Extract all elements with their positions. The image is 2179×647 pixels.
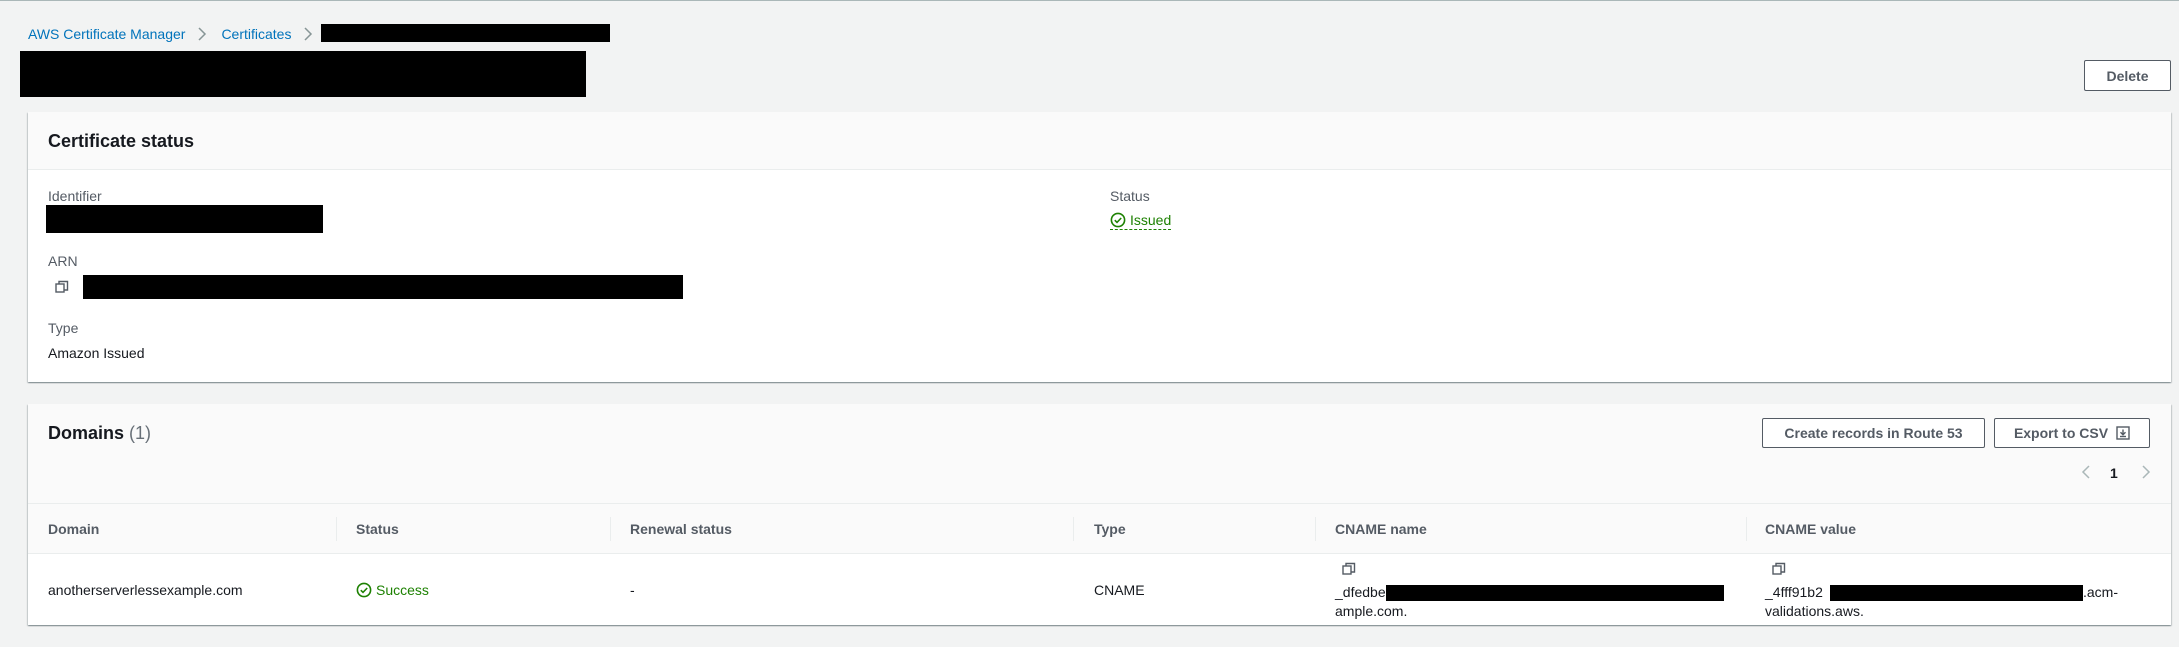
export-csv-button[interactable]: Export to CSV xyxy=(1994,418,2150,448)
breadcrumb-link-acm[interactable]: AWS Certificate Manager xyxy=(28,26,185,42)
certificate-status-panel: Certificate status xyxy=(28,112,2171,382)
copy-icon[interactable] xyxy=(1342,562,1356,576)
status-success-icon xyxy=(1110,212,1126,228)
row-status-text: Success xyxy=(376,582,429,598)
row-cname-name-prefix: _dfedbe xyxy=(1335,584,1386,600)
column-header-status[interactable]: Status xyxy=(356,504,399,554)
status-issued-text: Issued xyxy=(1130,212,1172,228)
download-icon xyxy=(2116,426,2130,440)
type-label: Type xyxy=(48,320,79,336)
status-issued-badge[interactable]: Issued xyxy=(1110,212,1172,230)
certificate-status-header: Certificate status xyxy=(28,112,2171,170)
redacted-arn-value xyxy=(83,275,683,299)
column-divider xyxy=(1073,517,1074,541)
column-header-domain[interactable]: Domain xyxy=(48,504,99,554)
certificate-status-title: Certificate status xyxy=(48,131,195,151)
pagination-current-page[interactable]: 1 xyxy=(2110,465,2118,481)
type-value: Amazon Issued xyxy=(48,345,145,361)
breadcrumb-link-certificates[interactable]: Certificates xyxy=(221,26,291,42)
column-header-cname-name[interactable]: CNAME name xyxy=(1335,504,1427,554)
identifier-label: Identifier xyxy=(48,188,102,204)
row-cname-value-prefix: _4fff91b2 xyxy=(1765,584,1823,600)
column-divider xyxy=(336,517,337,541)
row-cname-value-suffix: validations.aws. xyxy=(1765,603,1864,619)
status-success-icon xyxy=(356,582,372,598)
status-label: Status xyxy=(1110,188,1150,204)
redacted-cname-value xyxy=(1830,585,2083,601)
column-header-renewal-status[interactable]: Renewal status xyxy=(630,504,732,554)
create-records-route53-button[interactable]: Create records in Route 53 xyxy=(1762,418,1985,448)
chevron-left-icon[interactable] xyxy=(2081,465,2091,479)
redacted-identifier-value xyxy=(46,205,323,233)
delete-button[interactable]: Delete xyxy=(2084,60,2171,91)
column-divider xyxy=(1746,517,1747,541)
copy-icon[interactable] xyxy=(55,280,69,294)
chevron-right-icon xyxy=(303,27,313,41)
row-cname-name-suffix: ample.com. xyxy=(1335,603,1408,619)
redacted-page-title xyxy=(20,51,586,97)
column-header-cname-value[interactable]: CNAME value xyxy=(1765,504,1856,554)
chevron-right-icon[interactable] xyxy=(2141,465,2151,479)
top-border xyxy=(0,0,2179,1)
domains-title-text: Domains xyxy=(48,423,125,443)
domains-count: (1) xyxy=(129,423,152,443)
copy-icon[interactable] xyxy=(1772,562,1786,576)
column-divider xyxy=(1315,517,1316,541)
export-csv-label: Export to CSV xyxy=(2013,425,2109,441)
breadcrumb: AWS Certificate Manager Certificates xyxy=(28,26,327,42)
row-domain: anotherserverlessexample.com xyxy=(48,582,243,598)
domains-table-header: Domain Status Renewal status Type CNAME … xyxy=(28,504,2171,554)
column-header-type[interactable]: Type xyxy=(1094,504,1126,554)
row-renewal-status: - xyxy=(630,582,635,598)
row-status: Success xyxy=(356,582,429,598)
redacted-breadcrumb-certificate-id xyxy=(321,24,610,42)
redacted-cname-name xyxy=(1386,585,1724,601)
domains-title: Domains (1) xyxy=(48,423,151,444)
chevron-right-icon xyxy=(197,27,207,41)
row-type: CNAME xyxy=(1094,582,1145,598)
column-divider xyxy=(610,517,611,541)
row-cname-value-tail: .acm- xyxy=(2083,584,2118,600)
arn-label: ARN xyxy=(48,253,78,269)
